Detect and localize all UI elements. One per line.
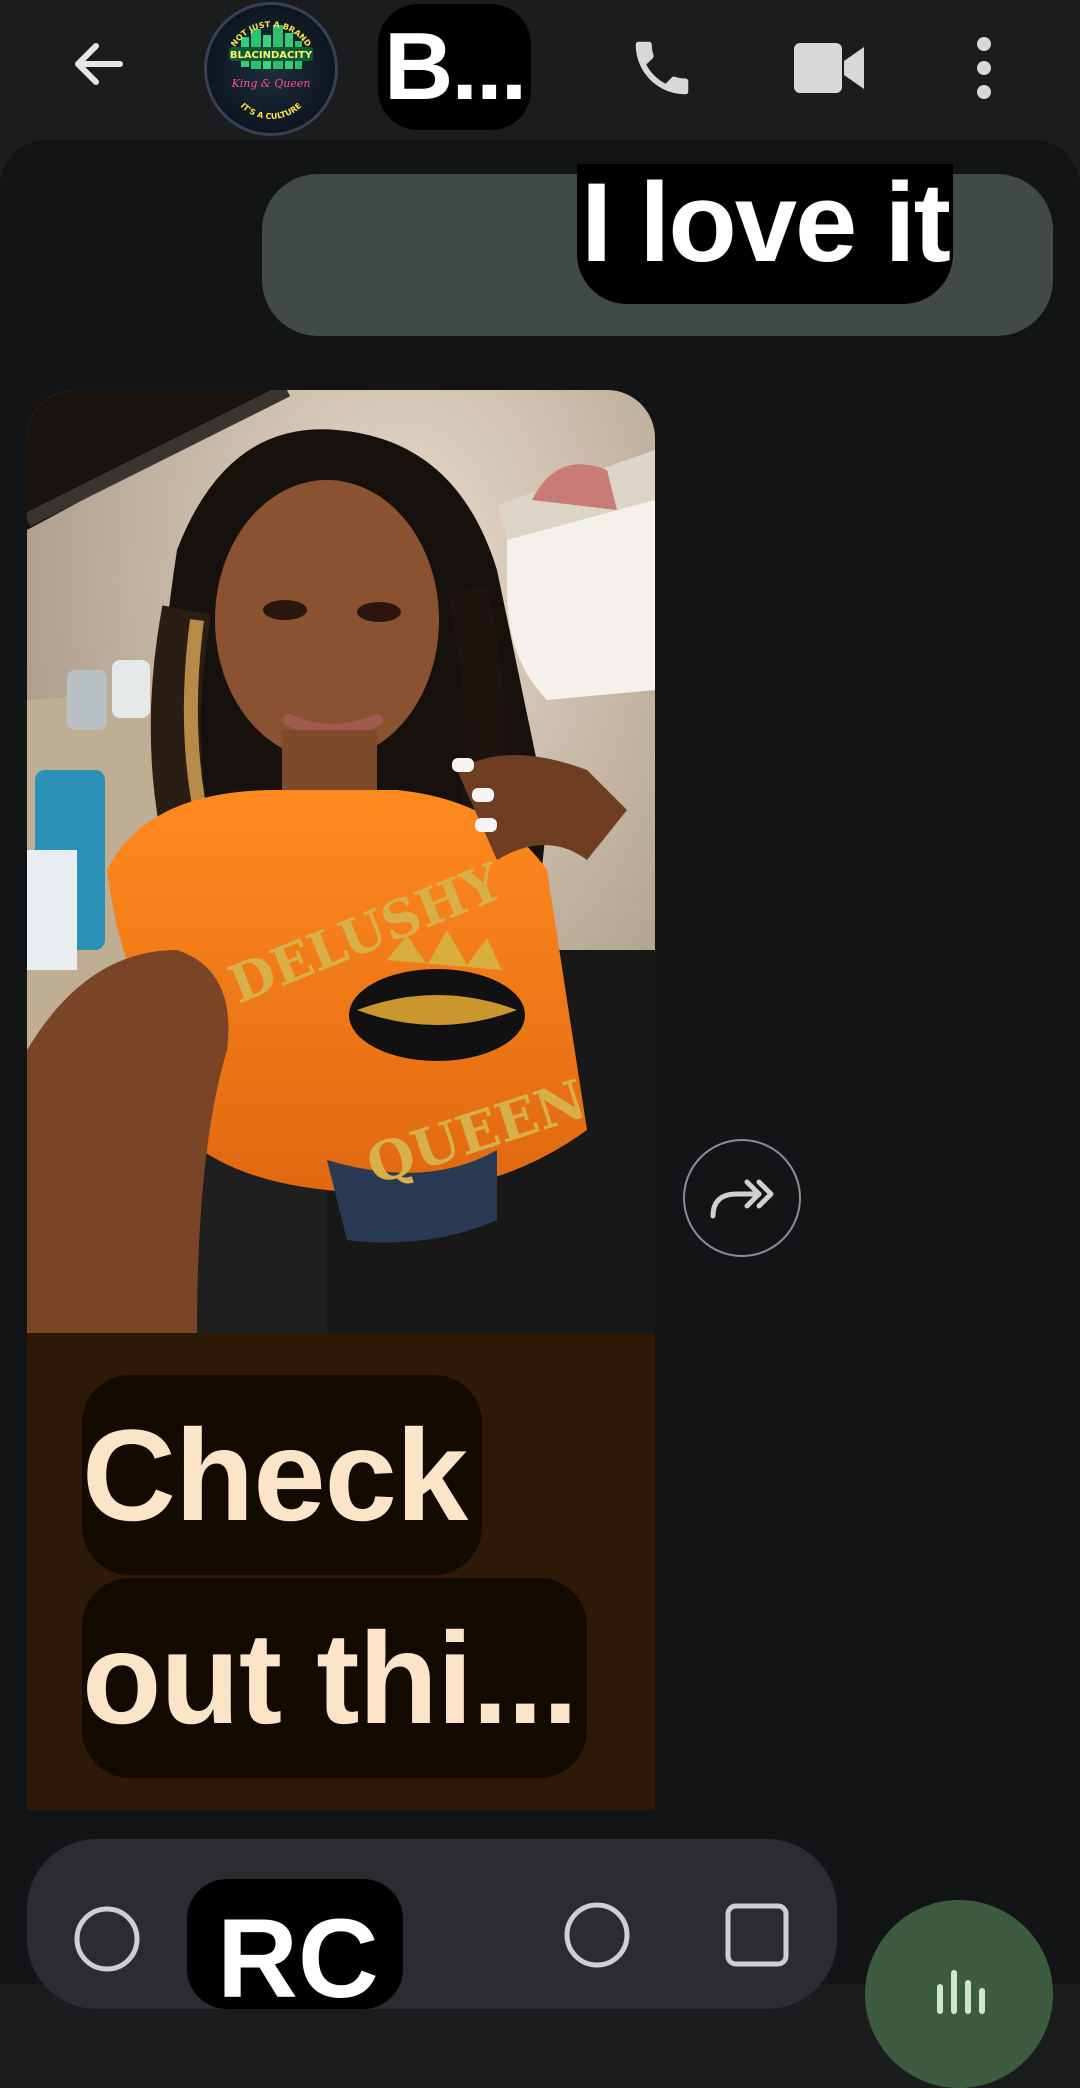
voice-icon bbox=[937, 1970, 985, 2014]
top-app-bar: NOT JUST A BRAND BLACINDACITY King & Que… bbox=[0, 0, 1080, 140]
back-arrow-icon[interactable] bbox=[56, 22, 140, 106]
phone-icon[interactable] bbox=[622, 28, 702, 108]
video-camera-icon[interactable] bbox=[784, 28, 874, 108]
sent-message-text: I love it bbox=[577, 164, 953, 304]
voice-button[interactable] bbox=[865, 1900, 1053, 2088]
shared-photo[interactable]: DELUSHY QUEEN bbox=[27, 390, 655, 1333]
gallery-icon[interactable] bbox=[717, 1895, 797, 1975]
conversation-area[interactable]: I love it DELUSHY QUEEN Check out thi... bbox=[0, 140, 1080, 1984]
compose-input[interactable]: RC bbox=[187, 1879, 403, 2009]
contact-name[interactable]: B... bbox=[378, 4, 532, 130]
add-icon[interactable] bbox=[67, 1899, 147, 1979]
brand-logo: NOT JUST A BRAND BLACINDACITY King & Que… bbox=[229, 20, 313, 121]
svg-text:King & Queen: King & Queen bbox=[231, 77, 311, 90]
forward-icon bbox=[710, 1179, 774, 1219]
received-photo-message[interactable]: DELUSHY QUEEN Check out thi... bbox=[27, 390, 655, 1810]
forward-button[interactable] bbox=[683, 1139, 801, 1257]
caption-line-1: Check bbox=[82, 1375, 482, 1575]
caption-line-2: out thi... bbox=[82, 1578, 587, 1778]
more-vert-icon[interactable] bbox=[954, 28, 1014, 108]
photo-caption: Check out thi... bbox=[27, 1333, 655, 1810]
sent-message-bubble[interactable]: I love it bbox=[262, 164, 1053, 336]
svg-text:IT'S A CULTURE: IT'S A CULTURE bbox=[239, 101, 303, 121]
emoji-icon[interactable] bbox=[557, 1895, 637, 1975]
svg-text:BLACINDACITY: BLACINDACITY bbox=[230, 50, 313, 61]
contact-avatar[interactable]: NOT JUST A BRAND BLACINDACITY King & Que… bbox=[204, 2, 338, 136]
